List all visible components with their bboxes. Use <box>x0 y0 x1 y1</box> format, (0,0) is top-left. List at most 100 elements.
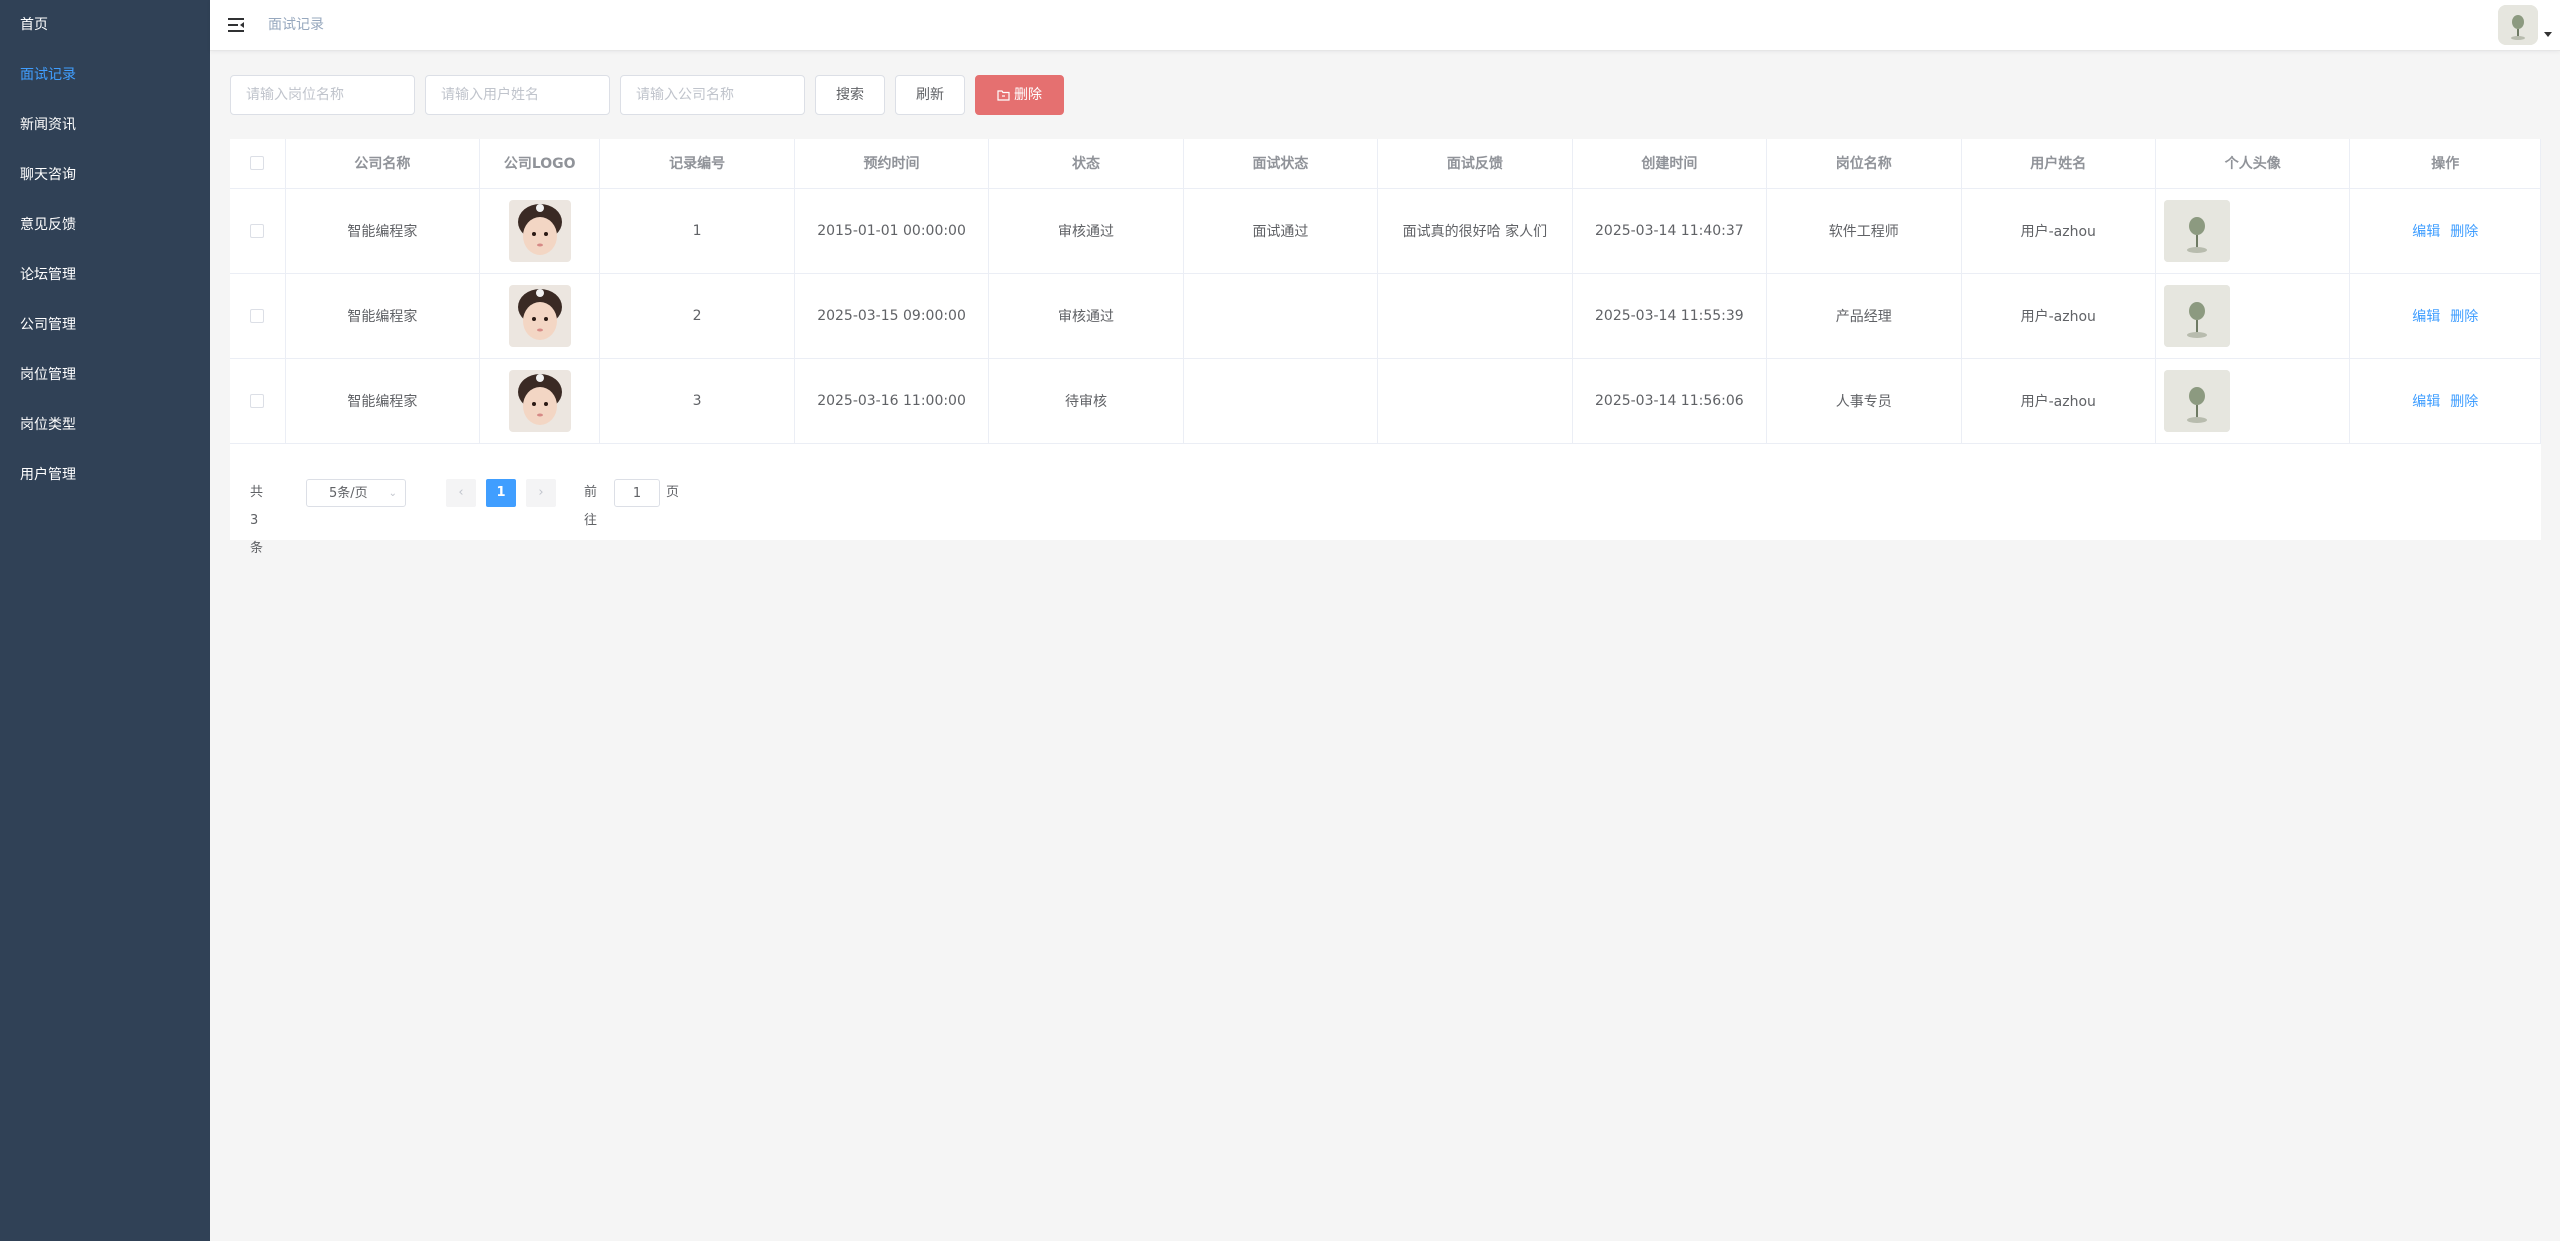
record-number-cell: 2 <box>599 273 795 359</box>
company-logo-cell <box>479 358 601 444</box>
sidebar-item-company[interactable]: 公司管理 <box>0 300 210 350</box>
company-name-input[interactable] <box>620 75 805 115</box>
page-number-1[interactable]: 1 <box>486 479 516 507</box>
sidebar-item-chat[interactable]: 聊天咨询 <box>0 150 210 200</box>
job-name-cell: 人事专员 <box>1766 358 1962 444</box>
company-logo-image <box>508 199 571 262</box>
user-name-cell: 用户-azhou <box>1961 273 2156 359</box>
interview-status-cell <box>1183 358 1379 444</box>
select-all-checkbox[interactable] <box>250 156 265 171</box>
column-header: 用户姓名 <box>1961 139 2156 189</box>
created-time-cell: 2025-03-14 11:40:37 <box>1572 188 1768 274</box>
company-logo-cell <box>479 273 601 359</box>
column-header: 面试状态 <box>1183 139 1379 189</box>
interview-feedback-cell <box>1377 273 1573 359</box>
chevron-down-icon: ⌄ <box>388 488 397 499</box>
user-avatar-image <box>2163 199 2230 262</box>
actions-cell: 编辑 删除 <box>2349 358 2541 444</box>
column-header: 岗位名称 <box>1766 139 1962 189</box>
page-size-value: 5条/页 <box>329 486 368 501</box>
breadcrumb: 面试记录 <box>268 17 324 33</box>
table-card: 公司名称 公司LOGO 记录编号 预约时间 状态 面试状态 面试反馈 创建时间 … <box>230 139 2541 556</box>
sidebar-item-forum[interactable]: 论坛管理 <box>0 250 210 300</box>
row-select-cell <box>230 358 286 444</box>
edit-link[interactable]: 编辑 <box>2412 394 2440 410</box>
avatar-cell <box>2155 358 2351 444</box>
batch-delete-label: 删除 <box>1014 87 1042 103</box>
interview-feedback-cell: 面试真的很好哈 家人们 <box>1377 188 1573 274</box>
interview-status-cell <box>1183 273 1379 359</box>
avatar[interactable] <box>2498 5 2538 45</box>
goto-page-input[interactable]: 1 <box>614 479 660 507</box>
company-name-cell: 智能编程家 <box>285 273 481 359</box>
edit-link[interactable]: 编辑 <box>2412 224 2440 240</box>
status-cell: 待审核 <box>988 358 1184 444</box>
appointment-time-cell: 2015-01-01 00:00:00 <box>794 188 990 274</box>
search-button[interactable]: 搜索 <box>815 75 885 115</box>
caret-down-icon <box>2544 32 2552 37</box>
row-checkbox[interactable] <box>250 393 265 408</box>
delete-link[interactable]: 删除 <box>2450 309 2478 325</box>
user-name-input[interactable] <box>425 75 610 115</box>
refresh-button[interactable]: 刷新 <box>895 75 965 115</box>
row-select-cell <box>230 188 286 274</box>
created-time-cell: 2025-03-14 11:55:39 <box>1572 273 1768 359</box>
company-name-cell: 智能编程家 <box>285 358 481 444</box>
appointment-time-cell: 2025-03-16 11:00:00 <box>794 358 990 444</box>
column-header: 个人头像 <box>2155 139 2351 189</box>
delete-link[interactable]: 删除 <box>2450 224 2478 240</box>
record-number-cell: 3 <box>599 358 795 444</box>
column-header: 操作 <box>2349 139 2541 189</box>
batch-delete-button[interactable]: 删除 <box>975 75 1064 115</box>
job-name-cell: 软件工程师 <box>1766 188 1962 274</box>
actions-cell: 编辑 删除 <box>2349 188 2541 274</box>
avatar-cell <box>2155 188 2351 274</box>
user-avatar-image <box>2163 369 2230 432</box>
top-navbar: 面试记录 <box>210 0 2560 51</box>
pagination-total: 共 3 条 <box>250 485 264 556</box>
company-logo-image <box>508 284 571 347</box>
company-name-cell: 智能编程家 <box>285 188 481 274</box>
column-header: 公司名称 <box>285 139 481 189</box>
interview-feedback-cell <box>1377 358 1573 444</box>
column-header: 预约时间 <box>794 139 990 189</box>
sidebar-item-users[interactable]: 用户管理 <box>0 450 210 500</box>
page-size-select[interactable]: 5条/页 ⌄ <box>306 479 406 507</box>
status-cell: 审核通过 <box>988 273 1184 359</box>
delete-link[interactable]: 删除 <box>2450 394 2478 410</box>
sidebar: 首页 面试记录 新闻资讯 聊天咨询 意见反馈 论坛管理 公司管理 岗位管理 岗位… <box>0 0 210 1241</box>
table-header-row: 公司名称 公司LOGO 记录编号 预约时间 状态 面试状态 面试反馈 创建时间 … <box>230 139 2541 189</box>
record-number-cell: 1 <box>599 188 795 274</box>
sidebar-item-job-types[interactable]: 岗位类型 <box>0 400 210 450</box>
table-row: 智能编程家 1 2015-01-01 00:00:00 审核通过 面试通过 面试… <box>230 188 2541 274</box>
select-all-cell <box>230 139 286 189</box>
sidebar-item-news[interactable]: 新闻资讯 <box>0 100 210 150</box>
status-cell: 审核通过 <box>988 188 1184 274</box>
row-select-cell <box>230 273 286 359</box>
user-avatar-image <box>2163 284 2230 347</box>
column-header: 状态 <box>988 139 1184 189</box>
prev-page-button[interactable]: ‹ <box>446 479 476 507</box>
hamburger-icon[interactable] <box>226 15 246 35</box>
appointment-time-cell: 2025-03-15 09:00:00 <box>794 273 990 359</box>
next-page-button[interactable]: › <box>526 479 556 507</box>
folder-delete-icon <box>997 90 1010 101</box>
row-checkbox[interactable] <box>250 308 265 323</box>
page-suffix-label: 页 <box>666 485 680 500</box>
table-row: 智能编程家 3 2025-03-16 11:00:00 待审核 2025-03-… <box>230 358 2541 444</box>
sidebar-item-home[interactable]: 首页 <box>0 0 210 50</box>
column-header: 公司LOGO <box>479 139 601 189</box>
row-checkbox[interactable] <box>250 223 265 238</box>
avatar-cell <box>2155 273 2351 359</box>
user-menu-dropdown[interactable] <box>2490 5 2560 45</box>
job-name-input[interactable] <box>230 75 415 115</box>
column-header: 面试反馈 <box>1377 139 1573 189</box>
sidebar-item-jobs[interactable]: 岗位管理 <box>0 350 210 400</box>
table-row: 智能编程家 2 2025-03-15 09:00:00 审核通过 2025-03… <box>230 273 2541 359</box>
sidebar-item-interview-records[interactable]: 面试记录 <box>0 50 210 100</box>
user-name-cell: 用户-azhou <box>1961 358 2156 444</box>
sidebar-item-feedback[interactable]: 意见反馈 <box>0 200 210 250</box>
edit-link[interactable]: 编辑 <box>2412 309 2440 325</box>
job-name-cell: 产品经理 <box>1766 273 1962 359</box>
user-name-cell: 用户-azhou <box>1961 188 2156 274</box>
